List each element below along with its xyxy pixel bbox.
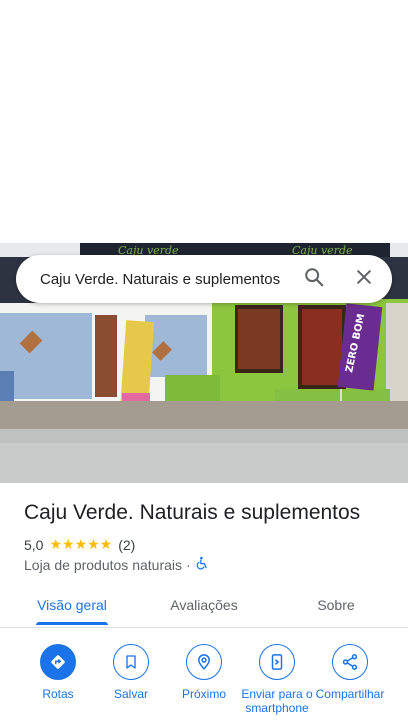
directions-icon — [40, 644, 76, 680]
map-area-blank — [0, 0, 408, 243]
close-icon — [354, 267, 374, 292]
bookmark-icon — [113, 644, 149, 680]
send-to-phone-icon — [259, 644, 295, 680]
separator-dot: · — [186, 556, 191, 573]
place-title: Caju Verde. Naturais e suplementos — [24, 501, 361, 524]
review-count: (2) — [118, 536, 136, 553]
nearby-icon — [186, 644, 222, 680]
active-tab-indicator — [36, 622, 108, 625]
clear-search-button[interactable] — [344, 259, 384, 299]
nearby-label: Próximo — [181, 687, 226, 701]
directions-button[interactable]: Rotas — [20, 644, 96, 701]
send-to-phone-button[interactable]: Enviar para o smartphone — [239, 644, 315, 715]
search-button[interactable] — [294, 259, 334, 299]
place-category: Loja de produtos naturais — [24, 556, 182, 573]
save-button[interactable]: Salvar — [93, 644, 169, 701]
rating-value: 5,0 — [24, 536, 44, 553]
wheelchair-icon — [195, 556, 209, 573]
save-label: Salvar — [113, 687, 148, 701]
share-button[interactable]: Compartilhar — [312, 644, 388, 701]
category-row: Loja de produtos naturais · — [24, 556, 209, 573]
rating-row[interactable]: 5,0 ★★★★★ (2) — [24, 536, 135, 553]
search-bar[interactable]: Caju Verde. Naturais e suplementos — [16, 255, 392, 303]
send-to-phone-label: Enviar para o smartphone — [241, 687, 313, 715]
tab-about[interactable]: Sobre — [296, 583, 376, 627]
search-input[interactable]: Caju Verde. Naturais e suplementos — [16, 271, 294, 288]
star-rating-icons: ★★★★★ — [49, 536, 113, 552]
directions-label: Rotas — [42, 687, 74, 701]
share-icon — [332, 644, 368, 680]
tab-reviews[interactable]: Avaliações — [156, 583, 252, 627]
share-label: Compartilhar — [315, 687, 385, 701]
nearby-button[interactable]: Próximo — [166, 644, 242, 701]
search-icon — [303, 266, 325, 293]
tab-overview[interactable]: Visão geral — [24, 583, 120, 627]
